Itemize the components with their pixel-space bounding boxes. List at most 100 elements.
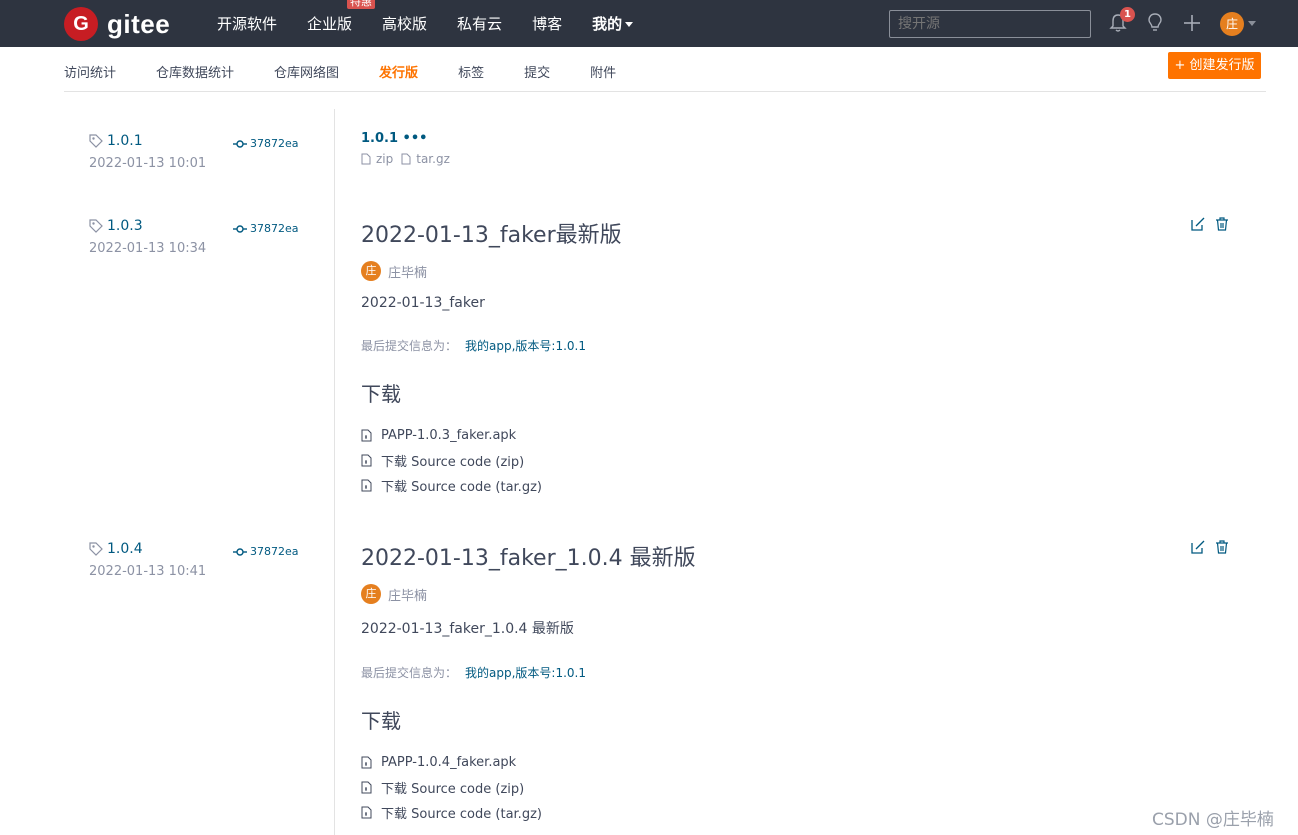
commit-hash: 37872ea bbox=[250, 137, 299, 150]
top-navbar: G gitee 开源软件 企业版 特惠 高校版 私有云 博客 我的 1 庄 bbox=[0, 0, 1298, 47]
release-author[interactable]: 庄庄毕楠 bbox=[361, 584, 696, 604]
nav-education[interactable]: 高校版 bbox=[382, 13, 427, 34]
tag-icon bbox=[89, 542, 103, 556]
release-card: 2022-01-13_faker最新版 庄庄毕楠 2022-01-13_fake… bbox=[361, 217, 622, 498]
tag-icon bbox=[89, 134, 103, 148]
last-commit-info: 最后提交信息为： 我的app,版本号:1.0.1 bbox=[361, 337, 622, 354]
release-title[interactable]: 1.0.1 ••• bbox=[361, 131, 450, 146]
tab-repo-data-stats[interactable]: 仓库数据统计 bbox=[156, 62, 234, 81]
download-heading: 下载 bbox=[361, 382, 401, 406]
edit-icon[interactable] bbox=[1190, 216, 1206, 232]
last-commit-info: 最后提交信息为： 我的app,版本号:1.0.1 bbox=[361, 664, 696, 681]
release-tag[interactable]: 1.0.3 bbox=[107, 218, 143, 234]
tab-tags[interactable]: 标签 bbox=[458, 62, 484, 81]
nav-enterprise-label: 企业版 bbox=[307, 15, 353, 33]
release-actions bbox=[1190, 216, 1238, 232]
avatar-chevron-down-icon[interactable] bbox=[1248, 21, 1256, 26]
download-list: PAPP-1.0.4_faker.apk 下载 Source code (zip… bbox=[361, 750, 696, 825]
file-icon bbox=[361, 806, 372, 819]
commit-link[interactable]: 37872ea bbox=[233, 545, 299, 558]
promo-badge: 特惠 bbox=[347, 0, 376, 9]
download-list: PAPP-1.0.3_faker.apk 下载 Source code (zip… bbox=[361, 423, 622, 498]
plus-icon[interactable] bbox=[1182, 12, 1202, 34]
chevron-down-icon bbox=[625, 22, 634, 27]
download-label: PAPP-1.0.3_faker.apk bbox=[381, 428, 517, 443]
file-icon bbox=[361, 429, 372, 442]
commit-icon bbox=[233, 547, 247, 556]
search-input[interactable] bbox=[889, 10, 1091, 38]
release-description: 2022-01-13_faker bbox=[361, 295, 485, 311]
release-meta: 1.0.3 2022-01-13 10:34 bbox=[89, 218, 206, 256]
download-item[interactable]: PAPP-1.0.3_faker.apk bbox=[361, 423, 622, 448]
tag-icon bbox=[89, 219, 103, 233]
download-item[interactable]: PAPP-1.0.4_faker.apk bbox=[361, 750, 696, 775]
logo-badge: G bbox=[64, 7, 98, 41]
trash-icon[interactable] bbox=[1214, 216, 1230, 232]
download-item[interactable]: 下载 Source code (tar.gz) bbox=[361, 800, 696, 825]
author-name: 庄毕楠 bbox=[388, 588, 428, 604]
user-avatar[interactable]: 庄 bbox=[1220, 12, 1244, 36]
release-date: 2022-01-13 10:41 bbox=[89, 564, 207, 579]
download-item[interactable]: 下载 Source code (zip) bbox=[361, 448, 622, 473]
targz-link[interactable]: tar.gz bbox=[416, 152, 450, 166]
last-commit-message[interactable]: 我的app,版本号:1.0.1 bbox=[465, 666, 586, 680]
last-commit-label: 最后提交信息为： bbox=[361, 339, 458, 353]
edit-icon[interactable] bbox=[1190, 539, 1206, 555]
file-icon bbox=[361, 153, 371, 165]
divider bbox=[64, 91, 1266, 92]
file-icon bbox=[361, 479, 372, 492]
release-date: 2022-01-13 10:01 bbox=[89, 156, 207, 171]
commit-hash: 37872ea bbox=[250, 545, 299, 558]
download-item[interactable]: 下载 Source code (zip) bbox=[361, 775, 696, 800]
release-author[interactable]: 庄庄毕楠 bbox=[361, 261, 622, 281]
zip-link[interactable]: zip bbox=[376, 152, 393, 166]
avatar: 庄 bbox=[361, 261, 381, 281]
nav-blog[interactable]: 博客 bbox=[532, 13, 562, 34]
timeline-divider bbox=[334, 109, 335, 835]
nav-private-cloud[interactable]: 私有云 bbox=[457, 13, 502, 34]
release-tag[interactable]: 1.0.1 bbox=[107, 133, 143, 149]
tab-commits[interactable]: 提交 bbox=[524, 62, 550, 81]
nav-mine-dropdown[interactable]: 我的 bbox=[592, 13, 634, 34]
release-description: 2022-01-13_faker_1.0.4 最新版 bbox=[361, 621, 574, 637]
release-subtabs: 访问统计 仓库数据统计 仓库网络图 发行版 标签 提交 附件 bbox=[64, 62, 656, 81]
download-label: 下载 Source code (tar.gz) bbox=[381, 807, 542, 822]
watermark: CSDN @庄毕楠 bbox=[1152, 810, 1274, 830]
last-commit-message[interactable]: 我的app,版本号:1.0.1 bbox=[465, 339, 586, 353]
release-date: 2022-01-13 10:34 bbox=[89, 241, 207, 256]
nav-mine-label: 我的 bbox=[592, 15, 623, 33]
notification-badge: 1 bbox=[1120, 7, 1135, 22]
avatar: 庄 bbox=[361, 584, 381, 604]
release-title[interactable]: 2022-01-13_faker最新版 bbox=[361, 217, 622, 249]
file-icon bbox=[361, 454, 372, 467]
download-item[interactable]: 下载 Source code (tar.gz) bbox=[361, 473, 622, 498]
download-label: PAPP-1.0.4_faker.apk bbox=[381, 755, 517, 770]
logo-text: gitee bbox=[107, 8, 171, 39]
nav-open-source[interactable]: 开源软件 bbox=[217, 13, 277, 34]
trash-icon[interactable] bbox=[1214, 539, 1230, 555]
gitee-logo[interactable]: G gitee bbox=[64, 7, 171, 41]
last-commit-label: 最后提交信息为： bbox=[361, 666, 458, 680]
download-label: 下载 Source code (zip) bbox=[381, 455, 525, 470]
download-label: 下载 Source code (tar.gz) bbox=[381, 480, 542, 495]
tab-attachments[interactable]: 附件 bbox=[590, 62, 616, 81]
file-icon bbox=[361, 781, 372, 794]
main-nav: 开源软件 企业版 特惠 高校版 私有云 博客 我的 bbox=[217, 0, 663, 47]
tab-repo-network[interactable]: 仓库网络图 bbox=[274, 62, 339, 81]
release-meta: 1.0.4 2022-01-13 10:41 bbox=[89, 541, 206, 579]
tab-releases[interactable]: 发行版 bbox=[379, 62, 418, 81]
lightbulb-icon[interactable] bbox=[1145, 12, 1165, 34]
commit-link[interactable]: 37872ea bbox=[233, 222, 299, 235]
release-meta: 1.0.1 2022-01-13 10:01 bbox=[89, 133, 206, 171]
release-tag[interactable]: 1.0.4 bbox=[107, 541, 143, 557]
file-icon bbox=[401, 153, 411, 165]
nav-enterprise[interactable]: 企业版 特惠 bbox=[307, 0, 376, 34]
author-name: 庄毕楠 bbox=[388, 265, 428, 281]
create-release-button[interactable]: + 创建发行版 bbox=[1168, 52, 1261, 79]
release-collapsed: 1.0.1 ••• zip tar.gz bbox=[361, 131, 450, 166]
commit-link[interactable]: 37872ea bbox=[233, 137, 299, 150]
tab-visit-stats[interactable]: 访问统计 bbox=[64, 62, 116, 81]
release-actions bbox=[1190, 539, 1238, 555]
release-card: 2022-01-13_faker_1.0.4 最新版 庄庄毕楠 2022-01-… bbox=[361, 540, 696, 825]
release-title[interactable]: 2022-01-13_faker_1.0.4 最新版 bbox=[361, 540, 696, 572]
